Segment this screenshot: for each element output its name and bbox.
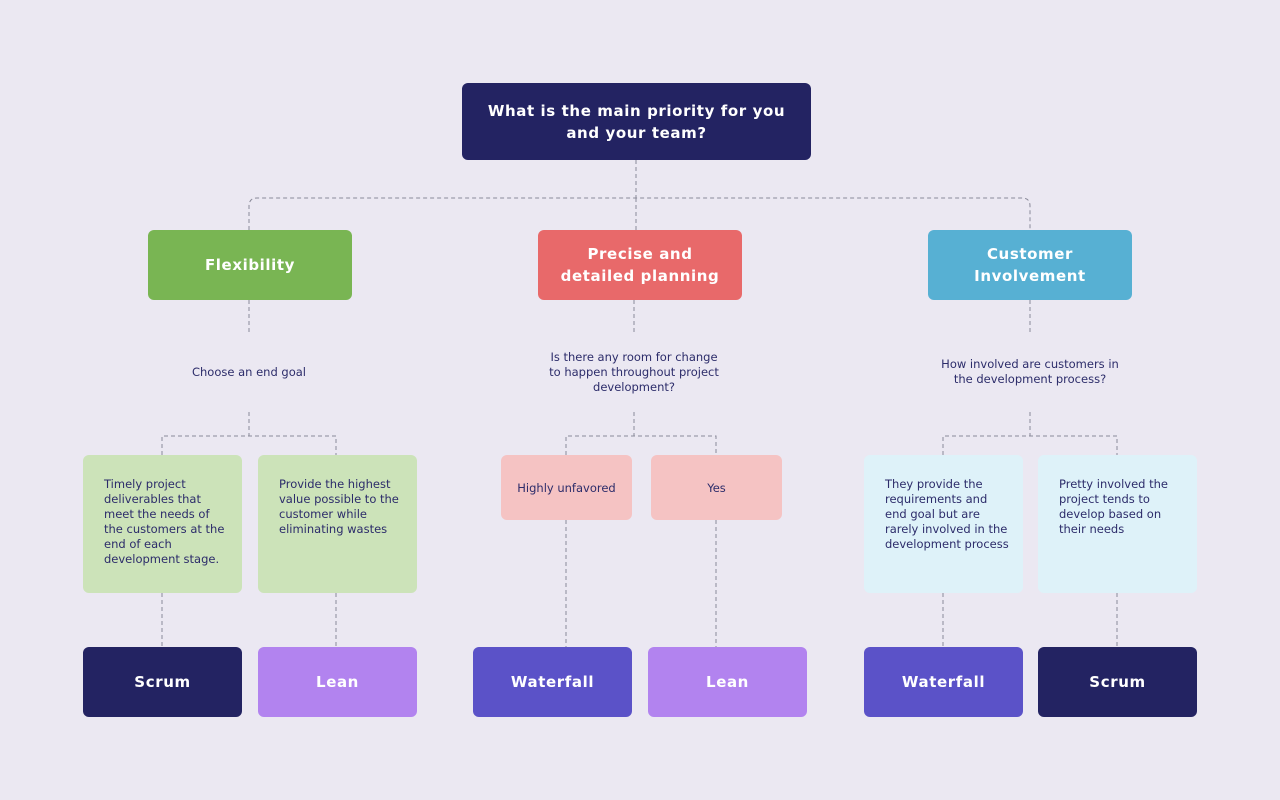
option-card: Provide the highest value possible to th… <box>258 455 417 593</box>
branch-planning: Precise and detailed planning <box>538 230 742 300</box>
branch-customer-question: How involved are customers in the develo… <box>941 357 1119 386</box>
option-card: Yes <box>651 455 782 520</box>
branch-flexibility-question: Choose an end goal <box>191 365 306 379</box>
option-card: Highly unfavored <box>501 455 632 520</box>
option-card: They provide the requirements and end go… <box>864 455 1023 593</box>
branch-planning-question: Is there any room for change to happen t… <box>549 350 719 394</box>
root-question: What is the main priority for you and yo… <box>487 101 786 142</box>
branch-customer: Customer Involvement <box>928 230 1132 300</box>
option-card: Timely project deliverables that meet th… <box>83 455 242 593</box>
result-lean: Lean <box>258 647 417 717</box>
result-scrum: Scrum <box>1038 647 1197 717</box>
root-question-box: What is the main priority for you and yo… <box>462 83 811 160</box>
result-waterfall: Waterfall <box>864 647 1023 717</box>
root-connector <box>248 160 1031 230</box>
branch-flexibility: Flexibility <box>148 230 352 300</box>
option-card: Pretty involved the project tends to dev… <box>1038 455 1197 593</box>
result-scrum: Scrum <box>83 647 242 717</box>
result-lean: Lean <box>648 647 807 717</box>
result-waterfall: Waterfall <box>473 647 632 717</box>
